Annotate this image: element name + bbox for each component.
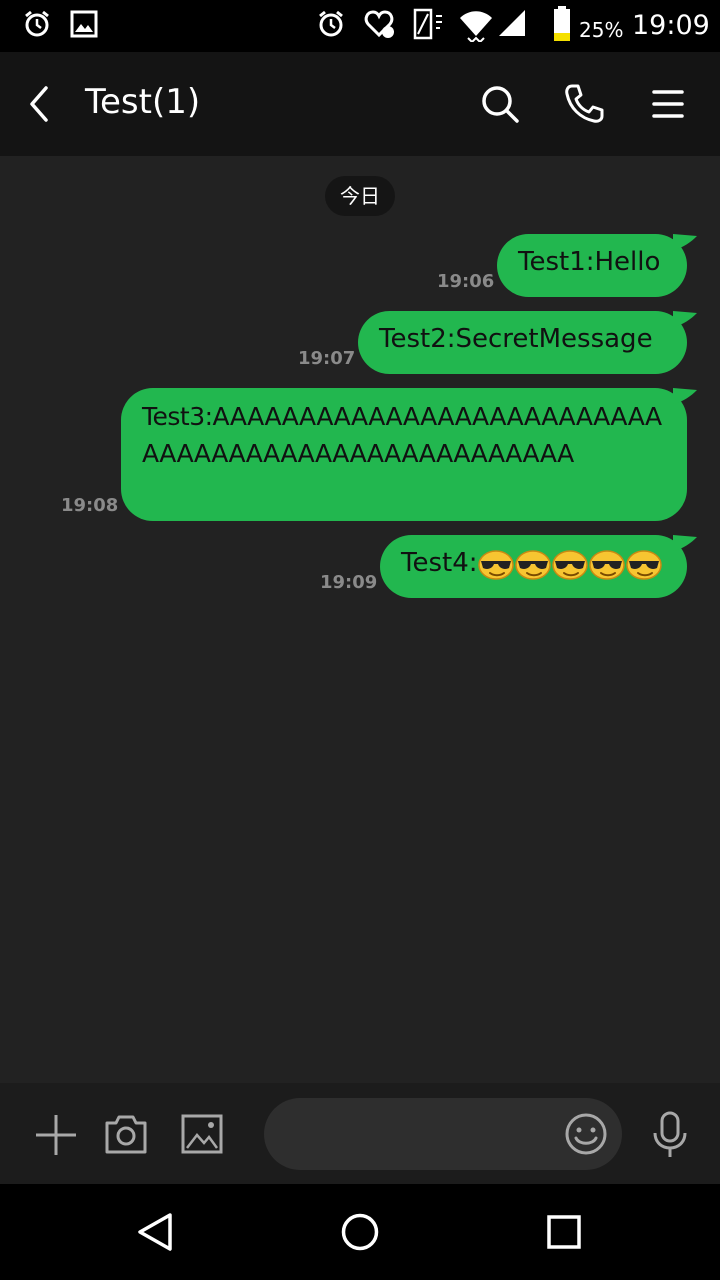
date-separator: 今日 bbox=[325, 176, 395, 216]
rotate-icon bbox=[413, 8, 442, 40]
gallery-icon[interactable] bbox=[180, 1113, 224, 1155]
image-icon bbox=[70, 10, 98, 38]
message-bubble[interactable]: Test2:SecretMessage bbox=[358, 311, 697, 374]
home-circle-icon[interactable] bbox=[340, 1212, 380, 1252]
bubble-tail bbox=[673, 311, 697, 327]
cool-face-emoji bbox=[477, 549, 514, 580]
back-arrow-icon[interactable] bbox=[16, 80, 64, 128]
message-text: Test3:AAAAAAAAAAAAAAAAAAAAAAAAAAAAAAAAAA… bbox=[142, 402, 662, 468]
cool-face-emoji bbox=[551, 549, 588, 580]
plus-icon[interactable] bbox=[34, 1113, 78, 1157]
bubble-tail bbox=[673, 388, 697, 404]
bubble-tail bbox=[673, 234, 697, 250]
alarm-icon bbox=[319, 10, 343, 37]
message-time: 19:09 bbox=[320, 572, 378, 593]
message-text: Test1:Hello bbox=[518, 247, 661, 277]
heart-notification-icon bbox=[364, 10, 394, 38]
wifi-icon bbox=[460, 11, 492, 42]
menu-icon[interactable] bbox=[644, 80, 692, 128]
message-time: 19:06 bbox=[437, 271, 495, 292]
app-header: Test(1) bbox=[0, 52, 720, 156]
cool-face-emoji bbox=[588, 549, 625, 580]
camera-icon[interactable] bbox=[104, 1113, 148, 1155]
battery-icon bbox=[554, 6, 570, 41]
recents-square-icon[interactable] bbox=[546, 1214, 582, 1250]
status-bar: 25% 19:09 bbox=[0, 0, 720, 52]
search-icon[interactable] bbox=[476, 80, 524, 128]
emoji-icon[interactable] bbox=[564, 1112, 608, 1156]
navigation-bar bbox=[0, 1184, 720, 1280]
chat-title: Test(1) bbox=[85, 82, 201, 122]
phone-icon[interactable] bbox=[560, 80, 608, 128]
input-bar bbox=[0, 1083, 720, 1184]
message-bubble[interactable]: Test3:AAAAAAAAAAAAAAAAAAAAAAAAAAAAAAAAAA… bbox=[121, 388, 697, 521]
cool-face-emoji bbox=[514, 549, 551, 580]
mic-icon[interactable] bbox=[650, 1111, 690, 1159]
bubble-tail bbox=[673, 535, 697, 551]
signal-icon bbox=[499, 10, 525, 36]
alarm-icon bbox=[25, 10, 49, 37]
message-text: Test2:SecretMessage bbox=[379, 324, 653, 354]
message-time: 19:08 bbox=[61, 495, 119, 516]
message-text: Test4: bbox=[401, 548, 478, 578]
battery-percent: 25% bbox=[579, 18, 624, 42]
status-time: 19:09 bbox=[632, 10, 710, 41]
message-bubble[interactable]: Test4: bbox=[380, 535, 697, 598]
message-bubble[interactable]: Test1:Hello bbox=[497, 234, 697, 297]
message-time: 19:07 bbox=[298, 348, 356, 369]
emoji-row bbox=[477, 545, 663, 582]
cool-face-emoji bbox=[625, 549, 662, 580]
back-triangle-icon[interactable] bbox=[136, 1211, 176, 1253]
chat-area[interactable]: 今日 19:06 Test1:Hello 19:07 Test2:SecretM… bbox=[0, 156, 720, 1083]
